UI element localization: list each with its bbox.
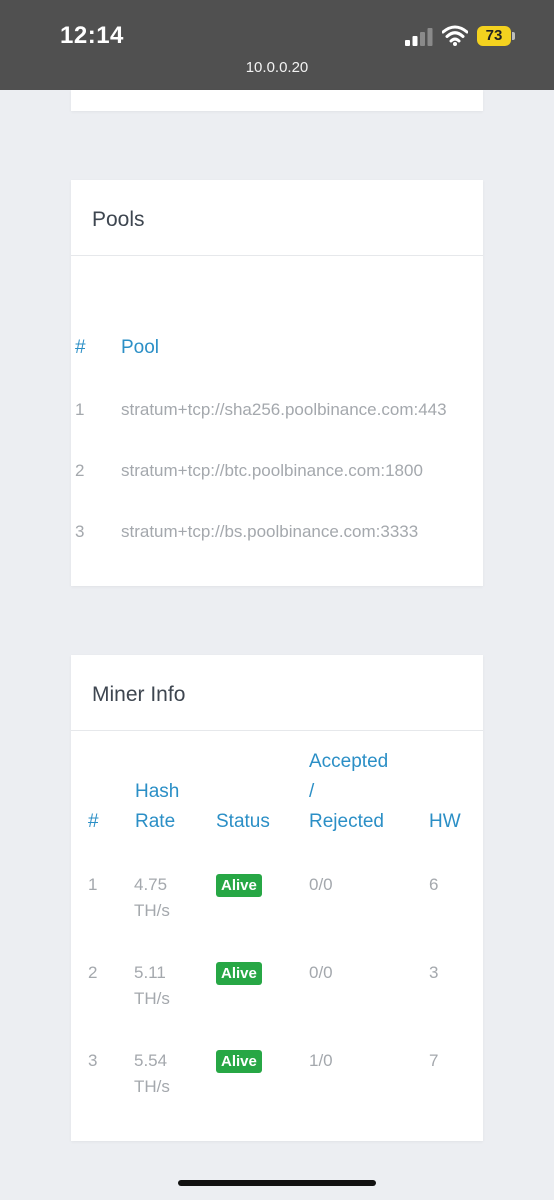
pools-title: Pools [92, 208, 145, 231]
miner-row-hw: 3 [429, 963, 439, 982]
cellular-signal-icon [405, 28, 433, 46]
previous-card [71, 90, 483, 111]
miner-header-accepted-line1: Accepted [309, 751, 389, 772]
miner-row-accepted-rejected: 0/0 [309, 875, 333, 894]
pool-row-url: stratum+tcp://sha256.poolbinance.com:443 [121, 400, 447, 419]
wifi-icon [442, 25, 468, 46]
miner-header-hash-rate-line2: Rate [135, 811, 176, 832]
status-badge: Alive [216, 874, 262, 897]
clock: 12:14 [60, 22, 124, 49]
battery-tip [512, 32, 515, 40]
miner-header-accepted-line3: Rejected [309, 811, 384, 832]
miner-row-index: 1 [88, 875, 98, 894]
miner-row-index: 3 [88, 1051, 98, 1070]
pool-row-url: stratum+tcp://btc.poolbinance.com:1800 [121, 461, 423, 480]
miner-row-hash-unit: TH/s [134, 1077, 170, 1096]
miner-header-accepted-line2: / [309, 781, 315, 802]
miner-row-hash-value: 4.75 [134, 875, 168, 894]
battery-icon: 73 [477, 26, 511, 46]
pool-row-index: 3 [75, 522, 85, 541]
home-indicator[interactable] [178, 1180, 376, 1186]
miner-row-index: 2 [88, 963, 98, 982]
miner-row-hash-value: 5.11 [134, 963, 166, 982]
pool-row-index: 2 [75, 461, 85, 480]
divider [71, 255, 483, 256]
miner-header-hw: HW [429, 811, 461, 832]
pools-header-pool: Pool [121, 337, 160, 358]
miner-header-hash-rate-line1: Hash [135, 781, 180, 802]
pools-header-index: # [75, 337, 86, 358]
miner-row-accepted-rejected: 0/0 [309, 963, 333, 982]
miner-info-title: Miner Info [92, 683, 186, 706]
miner-row-hash-value: 5.54 [134, 1051, 168, 1070]
miner-row-hash-unit: TH/s [134, 901, 170, 920]
miner-info-card: Miner Info # Hash Rate Status Accepted /… [71, 655, 483, 1141]
status-badge: Alive [216, 962, 262, 985]
miner-row-hw: 7 [429, 1051, 439, 1070]
pool-row-url: stratum+tcp://bs.poolbinance.com:3333 [121, 522, 419, 541]
pools-card: Pools # Pool 1 stratum+tcp://sha256.pool… [71, 180, 483, 586]
address-url[interactable]: 10.0.0.20 [0, 59, 554, 76]
pool-row-index: 1 [75, 400, 85, 419]
divider [71, 730, 483, 731]
miner-row-hw: 6 [429, 875, 439, 894]
miner-header-index: # [88, 811, 99, 832]
status-bar: 12:14 73 10.0.0.20 [0, 0, 554, 90]
miner-row-accepted-rejected: 1/0 [309, 1051, 333, 1070]
miner-row-hash-unit: TH/s [134, 989, 170, 1008]
miner-header-status: Status [216, 811, 270, 832]
status-badge: Alive [216, 1050, 262, 1073]
